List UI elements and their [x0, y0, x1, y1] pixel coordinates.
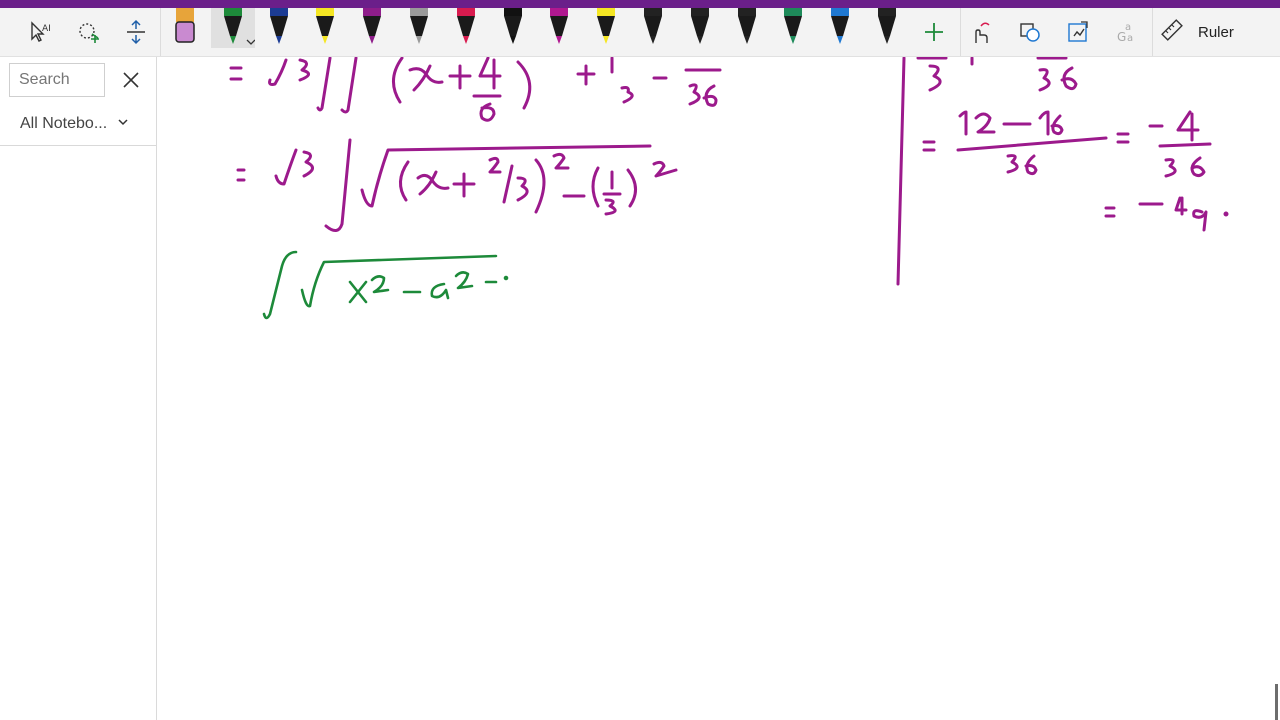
pen-icon — [738, 8, 756, 44]
pen-icon — [363, 8, 381, 44]
pen-icon — [597, 8, 615, 44]
green-ink-strokes — [262, 250, 509, 320]
notebook-scope-dropdown[interactable]: All Notebo... — [20, 113, 150, 135]
magenta-ink-strokes — [229, 57, 1229, 286]
black-pen-5[interactable] — [872, 8, 902, 48]
black-pen-2[interactable] — [638, 8, 668, 48]
pen-icon — [224, 8, 256, 45]
draw-toolbar: AI aGa Ruler — [0, 8, 1280, 57]
pen-icon — [878, 8, 896, 44]
galaxy-pen[interactable] — [404, 8, 434, 48]
pen-icon — [316, 8, 334, 44]
insert-space-icon[interactable] — [118, 14, 154, 50]
black-pen-4[interactable] — [732, 8, 762, 48]
green-pen[interactable] — [211, 8, 256, 48]
pen-icon — [784, 8, 802, 44]
pen-icon — [691, 8, 709, 44]
touch-writing-icon[interactable] — [962, 14, 998, 50]
navy-pen[interactable] — [264, 8, 294, 48]
pen-icon — [831, 8, 849, 44]
lasso-select-icon[interactable] — [70, 14, 106, 50]
ruler-icon — [1160, 18, 1184, 46]
pen-icon — [270, 8, 288, 44]
type-select-icon[interactable]: AI — [22, 14, 58, 50]
plus-icon[interactable] — [916, 14, 952, 50]
search-panel: Search All Notebo... — [0, 57, 157, 720]
blue-pen[interactable] — [825, 8, 855, 48]
chevron-down-icon — [117, 115, 129, 133]
black-pen[interactable] — [498, 8, 528, 48]
panel-divider — [0, 145, 156, 146]
pen-icon — [504, 8, 522, 44]
pen-icon — [410, 8, 428, 44]
ink-replay-icon[interactable] — [1060, 14, 1096, 50]
pen-icon — [550, 8, 568, 44]
svg-text:AI: AI — [42, 24, 51, 34]
yellow-highlighter-2[interactable] — [591, 8, 621, 48]
teal-pen[interactable] — [778, 8, 808, 48]
close-icon[interactable] — [120, 69, 142, 91]
black-pen-3[interactable] — [685, 8, 715, 48]
magenta-pen[interactable] — [544, 8, 574, 48]
handwritten-ink — [229, 57, 1229, 320]
eraser-pen[interactable] — [170, 8, 200, 48]
svg-text:a: a — [1127, 33, 1133, 44]
pen-icon — [457, 8, 475, 44]
purple-pen[interactable] — [357, 8, 387, 48]
ruler-button[interactable]: Ruler — [1160, 14, 1270, 50]
pen-icon — [175, 8, 195, 43]
vertical-scrollbar[interactable] — [1275, 684, 1278, 720]
shapes-icon[interactable] — [1012, 14, 1048, 50]
math-icon[interactable]: aGa — [1108, 14, 1144, 50]
title-accent-bar — [0, 0, 1280, 8]
red-pen[interactable] — [451, 8, 481, 48]
pen-icon — [644, 8, 662, 44]
yellow-highlighter[interactable] — [310, 8, 340, 48]
ruler-label: Ruler — [1198, 23, 1234, 41]
search-input[interactable]: Search — [9, 63, 105, 97]
svg-text:G: G — [1117, 30, 1126, 44]
ink-canvas[interactable] — [157, 57, 1280, 720]
notebook-scope-label: All Notebo... — [20, 115, 108, 132]
